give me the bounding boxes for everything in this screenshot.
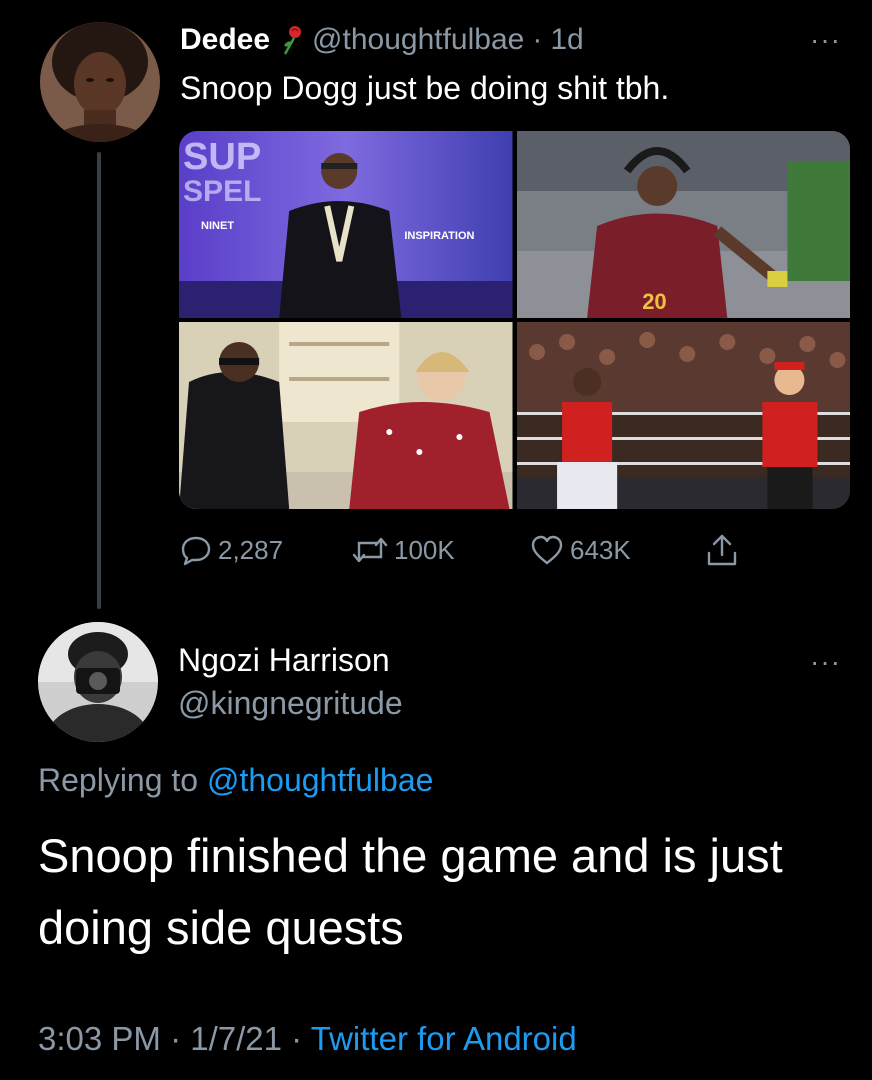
author-avatar[interactable] [40,22,160,142]
reply-icon [181,536,211,566]
tweet-age[interactable]: 1d [550,23,583,57]
rose-emoji-icon [278,25,304,55]
reply-source-link[interactable]: Twitter for Android [311,1020,577,1057]
more-options-icon[interactable]: ··· [810,26,841,54]
meta-dot-1: · [170,1020,182,1057]
reply-author-name[interactable]: Ngozi Harrison [178,642,390,679]
heart-icon [531,535,563,565]
media-photo-football-game[interactable]: 20 [516,131,850,318]
retweet-count: 100K [394,534,455,565]
meta-dot-2: · [291,1020,303,1057]
author-display-name[interactable]: Dedee [180,23,270,57]
share-icon [707,534,737,566]
like-count: 643K [570,534,631,565]
reply-tweet-text: Snoop finished the game and is just doin… [38,829,783,954]
media-photo-gospel-stage[interactable]: SUP SPEL NINET INSPIRATION [179,131,513,318]
reply-author-avatar[interactable] [38,622,158,742]
reply-action[interactable]: 2,287 [180,530,283,570]
replying-to-prefix: Replying to [38,762,199,798]
reply-time[interactable]: 3:03 PM [38,1020,161,1057]
tweet-text: Snoop Dogg just be doing shit tbh. [180,70,670,106]
media-photo-wrestling-ring[interactable] [516,322,850,509]
svg-text:20: 20 [642,289,667,314]
tweet-header: Dedee @thoughtfulbae · 1d [180,20,584,60]
svg-text:NINET: NINET [201,220,234,232]
reply-date[interactable]: 1/7/21 [190,1020,282,1057]
media-grid: SUP SPEL NINET INSPIRATION 20 [179,131,850,509]
svg-text:INSPIRATION: INSPIRATION [404,230,474,242]
header-separator: · [532,23,543,56]
share-action[interactable] [706,530,738,570]
media-photo-cooking-show[interactable] [179,322,513,509]
replying-to-mention[interactable]: @thoughtfulbae [207,762,433,798]
retweet-action[interactable]: 100K [352,530,455,570]
reply-metadata: 3:03 PM · 1/7/21 · Twitter for Android [38,1020,577,1058]
author-avatar-image [40,22,160,142]
thread-connector-line [97,152,101,609]
reply-more-options-icon[interactable]: ··· [810,648,841,676]
replying-to-line: Replying to @thoughtfulbae [38,762,433,799]
author-handle[interactable]: @thoughtfulbae [312,23,524,57]
reply-author-avatar-image [38,622,158,742]
retweet-icon [352,537,388,563]
svg-text:SPEL: SPEL [183,175,261,208]
reply-count: 2,287 [218,534,284,565]
svg-text:SUP: SUP [183,136,261,178]
like-action[interactable]: 643K [530,530,631,570]
reply-author-handle[interactable]: @kingnegritude [178,685,403,722]
